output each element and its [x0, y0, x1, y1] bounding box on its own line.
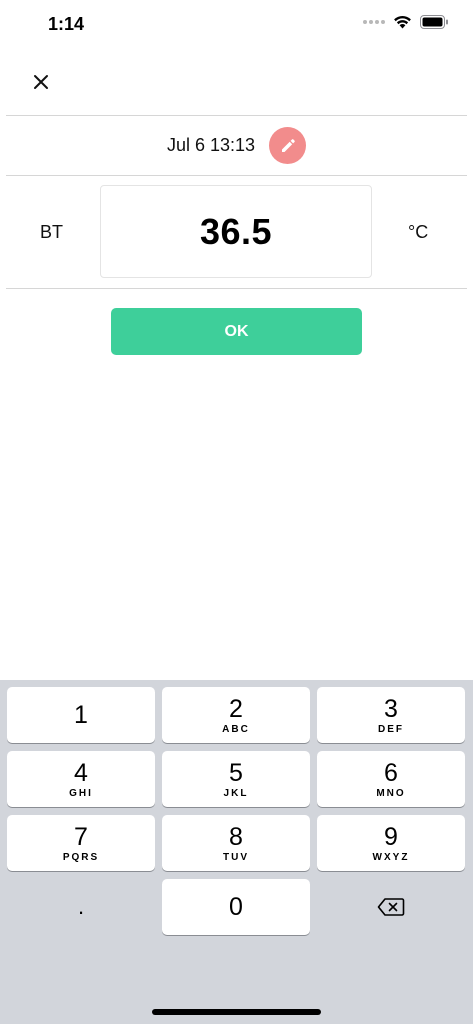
- key-decimal[interactable]: .: [7, 879, 155, 935]
- key-9[interactable]: 9 WXYZ: [317, 815, 465, 871]
- key-6[interactable]: 6 MNO: [317, 751, 465, 807]
- status-bar: 1:14: [0, 0, 473, 50]
- measurement-label: BT: [40, 222, 64, 242]
- battery-icon: [420, 15, 448, 29]
- measurement-row: BT 36.5 °C: [0, 176, 473, 288]
- key-8[interactable]: 8 TUV: [162, 815, 310, 871]
- wifi-icon: [394, 15, 411, 29]
- close-button[interactable]: [26, 67, 56, 97]
- datetime-text: Jul 6 13:13: [166, 135, 256, 155]
- status-icons: [363, 15, 449, 29]
- key-7[interactable]: 7 PQRS: [7, 815, 155, 871]
- key-2[interactable]: 2 ABC: [162, 687, 310, 743]
- edit-datetime-button[interactable]: [269, 127, 307, 164]
- measurement-input[interactable]: 36.5: [100, 185, 372, 278]
- ok-button[interactable]: OK: [111, 308, 362, 355]
- measurement-unit: °C: [408, 222, 429, 242]
- delete-key[interactable]: [317, 879, 465, 935]
- datetime-row: Jul 6 13:13: [0, 116, 473, 175]
- key-4[interactable]: 4 GHI: [7, 751, 155, 807]
- signal-icon: [363, 20, 385, 24]
- divider-bottom: [6, 288, 467, 289]
- key-5[interactable]: 5 JKL: [162, 751, 310, 807]
- home-indicator: [152, 1009, 321, 1015]
- close-icon: [34, 75, 48, 89]
- key-0[interactable]: 0: [162, 879, 310, 935]
- measurement-value: 36.5: [199, 210, 273, 252]
- key-1[interactable]: 1: [7, 687, 155, 743]
- numeric-keypad: 1 2 ABC 3 DEF 4 GHI 5 JKL 6 MNO 7 PQRS 8…: [0, 680, 473, 1024]
- pencil-icon: [281, 138, 295, 152]
- status-time: 1:14: [48, 14, 85, 34]
- key-3[interactable]: 3 DEF: [317, 687, 465, 743]
- backspace-icon: [377, 898, 405, 916]
